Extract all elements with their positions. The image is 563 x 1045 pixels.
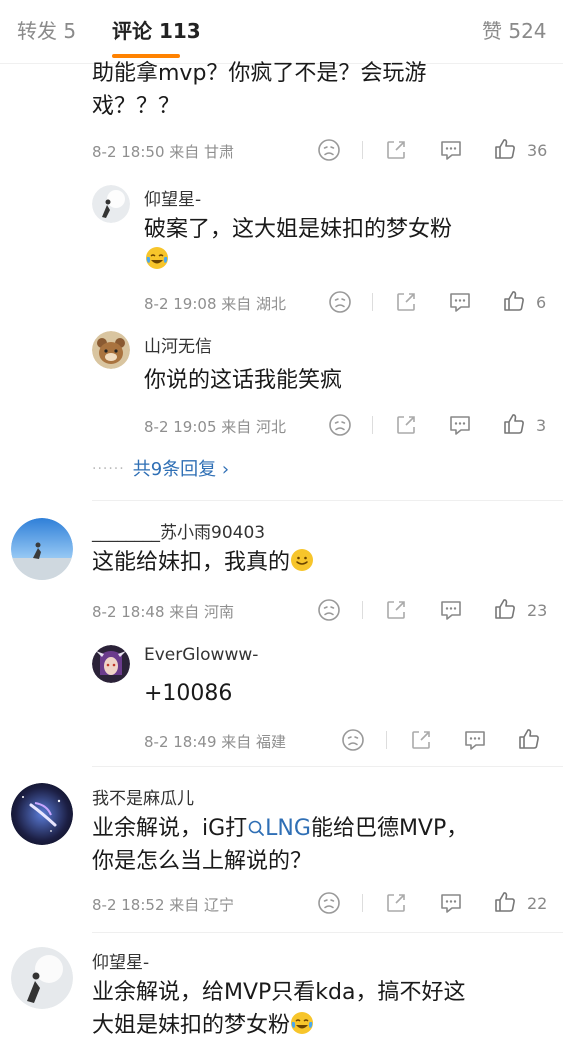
topic-link[interactable]: LNG bbox=[247, 816, 311, 841]
avatar[interactable] bbox=[92, 185, 130, 223]
divider-bar bbox=[362, 894, 363, 912]
avatar[interactable] bbox=[11, 783, 73, 845]
share-icon[interactable] bbox=[393, 289, 419, 315]
more-dots: ······ bbox=[92, 461, 125, 477]
comment-icon[interactable] bbox=[462, 727, 488, 753]
comment-divider bbox=[92, 766, 563, 767]
commenter-name[interactable]: 山河无信 bbox=[144, 332, 212, 357]
like-count: 23 bbox=[527, 601, 548, 620]
dislike-icon[interactable] bbox=[327, 412, 353, 438]
comment-divider bbox=[92, 500, 563, 501]
like-icon[interactable] bbox=[492, 889, 518, 915]
dislike-icon[interactable] bbox=[316, 137, 342, 163]
dislike-icon[interactable] bbox=[316, 890, 342, 916]
divider-bar bbox=[372, 293, 373, 311]
avatar[interactable] bbox=[92, 645, 130, 683]
comment-icon[interactable] bbox=[447, 412, 473, 438]
search-icon bbox=[247, 815, 265, 848]
avatar[interactable] bbox=[92, 331, 130, 369]
view-all-replies-link[interactable]: ······ 共9条回复 › bbox=[92, 455, 229, 481]
comment-tabs: 转发 5 评论 113 赞 524 bbox=[0, 0, 563, 64]
comment-text: 业余解说，iG打 LNG能给巴德MVP， bbox=[92, 812, 468, 848]
comment-icon[interactable] bbox=[447, 289, 473, 315]
laugh-cry-emoji-icon bbox=[290, 1011, 314, 1045]
commenter-name[interactable]: ________苏小雨90403 bbox=[92, 518, 265, 543]
dislike-icon[interactable] bbox=[327, 289, 353, 315]
comment-text: 业余解说，给MVP只看kda，搞不好这 bbox=[92, 980, 466, 1005]
replies-count-label: 共9条回复 › bbox=[132, 459, 230, 480]
dislike-icon[interactable] bbox=[316, 597, 342, 623]
commenter-name[interactable]: 仰望星- bbox=[92, 948, 149, 973]
avatar[interactable] bbox=[11, 947, 73, 1009]
tab-repost[interactable]: 转发 5 bbox=[17, 15, 76, 44]
comment-icon[interactable] bbox=[438, 137, 464, 163]
like-icon[interactable] bbox=[492, 136, 518, 162]
comment-icon[interactable] bbox=[438, 890, 464, 916]
divider-bar bbox=[386, 731, 387, 749]
smile-emoji-icon bbox=[290, 548, 314, 582]
like-count: 3 bbox=[536, 416, 547, 435]
comment-text: 破案了，这大姐是妹扣的梦女粉 bbox=[144, 217, 453, 242]
like-icon[interactable] bbox=[516, 726, 542, 752]
comment-text: +10086 bbox=[144, 681, 233, 706]
comment-icon[interactable] bbox=[438, 597, 464, 623]
laugh-cry-emoji-icon bbox=[144, 245, 170, 271]
share-icon[interactable] bbox=[408, 727, 434, 753]
like-icon[interactable] bbox=[501, 411, 527, 437]
comment-text: 助能拿mvp？你疯了不是？会玩游 bbox=[92, 61, 427, 86]
commenter-name[interactable]: EverGlowww- bbox=[144, 645, 258, 665]
comment-text-line2: 大姐是妹扣的梦女粉 bbox=[92, 1009, 314, 1045]
commenter-name[interactable]: 我不是麻瓜儿 bbox=[92, 784, 194, 809]
commenter-name[interactable]: 仰望星- bbox=[144, 185, 201, 210]
share-icon[interactable] bbox=[383, 890, 409, 916]
like-icon[interactable] bbox=[492, 596, 518, 622]
share-icon[interactable] bbox=[383, 597, 409, 623]
comment-meta: 8-2 19:08 来自 湖北 bbox=[144, 295, 287, 313]
comment-meta: 8-2 18:50 来自 甘肃 bbox=[92, 143, 235, 161]
divider-bar bbox=[372, 416, 373, 434]
divider-bar bbox=[362, 601, 363, 619]
like-count: 6 bbox=[536, 293, 547, 312]
comment-meta: 8-2 18:52 来自 辽宁 bbox=[92, 896, 235, 914]
tab-comments[interactable]: 评论 113 bbox=[112, 15, 201, 44]
share-icon[interactable] bbox=[383, 137, 409, 163]
avatar[interactable] bbox=[11, 518, 73, 580]
comment-divider bbox=[92, 932, 563, 933]
comment-text-line2: 戏？？？ bbox=[92, 94, 181, 119]
like-count: 22 bbox=[527, 894, 548, 913]
like-icon[interactable] bbox=[501, 288, 527, 314]
comment-meta: 8-2 18:48 来自 河南 bbox=[92, 603, 235, 621]
divider-bar bbox=[362, 141, 363, 159]
comment-text: 你说的这话我能笑疯 bbox=[144, 368, 343, 393]
tab-likes[interactable]: 赞 524 bbox=[482, 15, 547, 44]
like-count: 36 bbox=[527, 141, 548, 160]
comment-meta: 8-2 18:49 来自 福建 bbox=[144, 733, 287, 751]
dislike-icon[interactable] bbox=[340, 727, 366, 753]
comment-text-line2: 你是怎么当上解说的？ bbox=[92, 849, 313, 874]
share-icon[interactable] bbox=[393, 412, 419, 438]
comment-meta: 8-2 19:05 来自 河北 bbox=[144, 418, 287, 436]
comment-text: 这能给妹扣，我真的 bbox=[92, 546, 314, 582]
